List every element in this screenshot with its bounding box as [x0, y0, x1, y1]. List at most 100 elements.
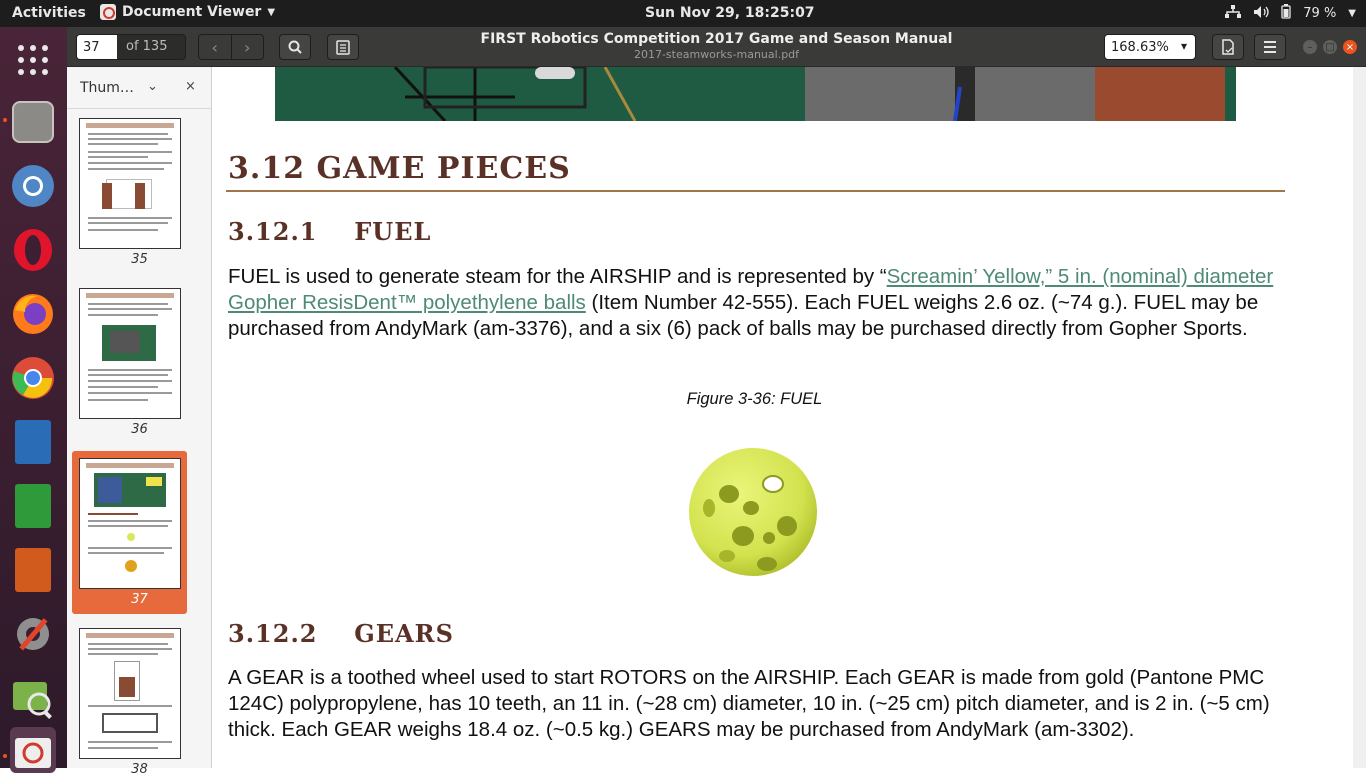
running-indicator: [3, 118, 7, 122]
zoom-value: 168.63%: [1111, 39, 1169, 55]
dock-settings[interactable]: [10, 611, 56, 657]
annotate-icon: [336, 40, 350, 55]
chevron-down-icon[interactable]: ⌄: [147, 79, 158, 94]
document-viewer-icon: [100, 4, 116, 20]
chevron-right-icon: ›: [244, 37, 251, 57]
sidebar-mode-label[interactable]: Thum…: [80, 80, 134, 96]
caret-down-icon: ▼: [267, 6, 276, 18]
chevron-down-icon: ▾: [1180, 39, 1187, 53]
dock-impress[interactable]: [10, 547, 56, 593]
chrome-icon: [12, 357, 54, 399]
thumbnail-page[interactable]: [79, 628, 181, 759]
thumbnail-header-band: [86, 293, 174, 298]
fuel-ball-image: [687, 446, 819, 582]
app-grid-icon: [18, 45, 48, 75]
menu-button[interactable]: [1254, 34, 1286, 60]
zoom-select[interactable]: 168.63% ▾: [1104, 34, 1196, 60]
fuel-section-number: 3.12.1: [228, 217, 318, 246]
page-number-input[interactable]: [77, 35, 117, 59]
thumbnail-page[interactable]: [79, 288, 181, 419]
thumbnail-page-selected[interactable]: [79, 458, 181, 589]
settings-icon: [17, 618, 49, 651]
app-menu[interactable]: Document Viewer ▼: [100, 4, 275, 20]
document-viewer-icon: [15, 738, 51, 768]
thumbnail-page-number: 36: [131, 422, 148, 437]
system-monitor-icon: [13, 682, 52, 719]
fuel-section-title: FUEL: [354, 217, 432, 246]
fuel-text-before-link: FUEL is used to generate steam for the A…: [228, 265, 887, 288]
thumbnail-header-band: [86, 463, 174, 468]
activities-button[interactable]: Activities: [12, 5, 86, 21]
calc-icon: [15, 484, 51, 528]
network-icon: [1225, 4, 1242, 23]
page-selector: of 135: [76, 34, 186, 60]
impress-icon: [15, 548, 51, 592]
battery-icon: [1281, 4, 1291, 23]
firefox-icon: [13, 294, 53, 334]
files-icon: [12, 101, 54, 143]
thumbnail-header-band: [86, 123, 174, 128]
minimize-icon: –: [1307, 41, 1313, 53]
thumbnail-page[interactable]: [79, 118, 181, 249]
dock-opera[interactable]: [10, 227, 56, 273]
close-icon: ×: [1345, 41, 1355, 53]
chevron-left-icon: ‹: [211, 37, 218, 57]
writer-icon: [15, 420, 51, 464]
dock-calc[interactable]: [10, 483, 56, 529]
document-icon: [1222, 39, 1234, 55]
dock-chrome[interactable]: [10, 355, 56, 401]
dock-firefox[interactable]: [10, 291, 56, 337]
maximize-button[interactable]: □: [1323, 40, 1337, 54]
fuel-paragraph: FUEL is used to generate steam for the A…: [228, 264, 1278, 342]
page-navigation: ‹ ›: [198, 34, 264, 60]
close-sidebar-button[interactable]: ×: [185, 79, 196, 94]
system-menu-caret-icon: ▼: [1348, 8, 1356, 19]
running-indicator: [3, 754, 7, 758]
volume-icon: [1253, 5, 1269, 23]
dock-system-monitor[interactable]: [10, 675, 56, 721]
hamburger-icon: [1264, 41, 1276, 53]
chromium-icon: [12, 165, 54, 207]
document-view[interactable]: 3.12 GAME PIECES 3.12.1 FUEL FUEL is use…: [213, 67, 1366, 768]
close-button[interactable]: ×: [1343, 40, 1357, 54]
opera-icon: [14, 229, 52, 271]
sidebar-header: Thum… ⌄ ×: [67, 67, 211, 109]
search-icon: [288, 40, 302, 54]
dock-files[interactable]: [10, 99, 56, 145]
gears-heading: 3.12.2 GEARS: [228, 619, 454, 648]
thumbnail-sidebar: Thum… ⌄ × 35 36 37 38: [67, 67, 212, 777]
battery-percentage: 79 %: [1303, 6, 1337, 21]
fuel-heading: 3.12.1 FUEL: [228, 217, 431, 246]
app-menu-label: Document Viewer: [122, 4, 262, 20]
annotations-button[interactable]: [327, 34, 359, 60]
dock-document-viewer[interactable]: [10, 727, 56, 773]
top-bar: Activities Document Viewer ▼ Sun Nov 29,…: [0, 0, 1366, 27]
robot-field-image: [275, 67, 1236, 121]
previous-page-button[interactable]: ‹: [199, 35, 231, 59]
gears-section-title: GEARS: [354, 619, 454, 648]
clock[interactable]: Sun Nov 29, 18:25:07: [645, 5, 815, 21]
dock-chromium[interactable]: [10, 163, 56, 209]
thumbnail-page-number: 37: [131, 592, 148, 607]
maximize-icon: □: [1325, 41, 1335, 53]
thumbnail-header-band: [86, 633, 174, 638]
dock: [0, 27, 67, 773]
header-bar: of 135 ‹ › FIRST Robotics Competition 20…: [67, 27, 1366, 67]
section-rule: [226, 190, 1285, 192]
dock-writer[interactable]: [10, 419, 56, 465]
thumbnail-page-number: 38: [131, 762, 148, 777]
section-heading: 3.12 GAME PIECES: [228, 151, 571, 186]
gears-paragraph: A GEAR is a toothed wheel used to start …: [228, 666, 1270, 741]
minimize-button[interactable]: –: [1303, 40, 1317, 54]
view-mode-button[interactable]: [1212, 34, 1244, 60]
show-applications-button[interactable]: [10, 37, 56, 83]
next-page-button[interactable]: ›: [230, 35, 264, 59]
thumbnail-page-number: 35: [131, 252, 148, 267]
search-button[interactable]: [279, 34, 311, 60]
page-total-label: of 135: [126, 39, 168, 54]
fuel-figure-caption: Figure 3-36: FUEL: [686, 390, 823, 408]
pdf-page: 3.12 GAME PIECES 3.12.1 FUEL FUEL is use…: [213, 67, 1353, 768]
vertical-scrollbar[interactable]: [1353, 67, 1366, 768]
system-tray[interactable]: 79 % ▼: [1225, 4, 1356, 23]
gears-section-number: 3.12.2: [228, 619, 318, 648]
